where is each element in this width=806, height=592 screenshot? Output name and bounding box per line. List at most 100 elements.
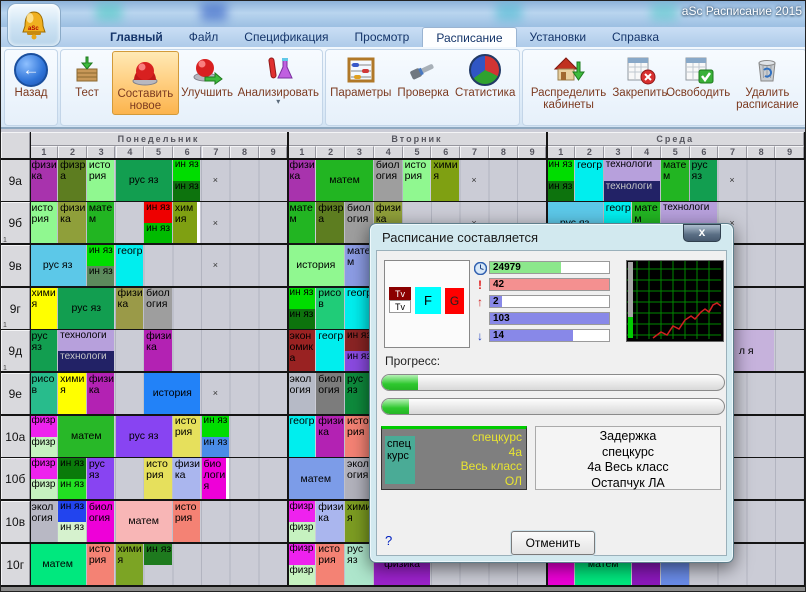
grid-cell[interactable]: история — [316, 543, 344, 586]
grid-cell[interactable]: геогр — [116, 245, 144, 288]
grid-cell[interactable]: матем — [116, 501, 172, 544]
grid-cell[interactable]: матем — [58, 415, 114, 458]
grid-cell[interactable]: ин язин яз — [288, 287, 316, 330]
grid-cell[interactable]: × — [202, 245, 230, 288]
grid-cell[interactable]: рус яз — [58, 287, 114, 330]
grid-subcell[interactable]: технологи — [604, 159, 660, 180]
help-link[interactable]: ? — [385, 533, 392, 548]
grid-subcell[interactable]: физр — [288, 501, 316, 522]
grid-subcell[interactable]: физр — [288, 565, 316, 586]
grid-cell[interactable]: технологитехнологи — [58, 330, 114, 373]
grid-cell[interactable]: физра — [58, 159, 86, 202]
grid-cell[interactable]: × — [202, 202, 230, 245]
grid-cell[interactable]: матем — [87, 202, 115, 245]
cancel-button[interactable]: Отменить — [511, 531, 595, 555]
grid-cell[interactable]: физрфизр — [30, 415, 58, 458]
grid-subcell[interactable]: ин яз — [547, 159, 575, 180]
grid-cell[interactable]: экономика — [288, 330, 316, 373]
grid-cell[interactable]: биология — [316, 373, 344, 416]
grid-cell[interactable]: матем — [288, 202, 316, 245]
grid-cell[interactable]: история — [87, 159, 115, 202]
close-icon[interactable]: x — [683, 224, 721, 242]
grid-cell[interactable]: матем — [316, 159, 373, 202]
grid-cell[interactable]: экология — [30, 501, 58, 544]
grid-cell[interactable]: история — [173, 415, 201, 458]
grid-subcell[interactable]: ин яз — [202, 437, 230, 458]
grid-cell[interactable]: ин язин яз — [547, 159, 575, 202]
grid-subcell[interactable]: технологи — [661, 202, 717, 223]
grid-cell[interactable]: физрфизр — [30, 458, 58, 501]
grid-cell[interactable]: физика — [87, 373, 115, 416]
grid-cell[interactable]: биология — [374, 159, 402, 202]
grid-cell[interactable]: матем — [30, 543, 86, 586]
grid-cell[interactable]: рисов — [316, 287, 344, 330]
grid-cell[interactable]: рус яз — [30, 330, 58, 373]
grid-subcell[interactable]: ин яз — [87, 266, 115, 287]
grid-cell[interactable]: × — [718, 159, 746, 202]
grid-cell[interactable]: ин язин яз — [144, 202, 172, 245]
grid-cell[interactable]: × — [202, 373, 230, 416]
grid-cell[interactable]: история — [30, 202, 58, 245]
grid-cell[interactable]: история — [288, 245, 345, 288]
grid-cell[interactable]: химия — [58, 373, 86, 416]
grid-subcell[interactable]: ин яз — [58, 522, 86, 543]
grid-subcell[interactable]: ин яз — [87, 245, 115, 266]
grid-cell[interactable]: химия — [116, 543, 144, 586]
grid-subcell[interactable]: ин яз — [58, 501, 86, 522]
grid-cell[interactable]: геогр — [316, 330, 344, 373]
grid-cell[interactable]: технологитехнологи — [604, 159, 660, 202]
grid-subcell[interactable]: технологи — [58, 351, 114, 372]
grid-cell[interactable]: химия — [431, 159, 459, 202]
grid-cell[interactable]: физика — [316, 415, 344, 458]
grid-cell[interactable]: × — [460, 159, 488, 202]
grid-cell[interactable]: ин яз — [144, 543, 172, 564]
grid-cell[interactable]: химия — [30, 287, 58, 330]
grid-cell[interactable]: биология — [202, 458, 230, 501]
grid-subcell[interactable]: технологи — [604, 181, 660, 202]
grid-cell[interactable]: ин язин яз — [173, 159, 201, 202]
grid-cell[interactable]: × — [202, 159, 230, 202]
grid-cell[interactable]: физика — [288, 159, 316, 202]
grid-subcell[interactable]: ин яз — [288, 309, 316, 330]
grid-subcell[interactable]: ин яз — [202, 415, 230, 436]
grid-cell[interactable]: ин язин яз — [202, 415, 230, 458]
grid-cell[interactable]: ин язин яз — [58, 501, 86, 544]
grid-cell[interactable]: физика — [173, 458, 201, 501]
grid-cell[interactable]: физика — [116, 287, 144, 330]
grid-subcell[interactable]: физр — [30, 458, 58, 479]
grid-subcell[interactable]: ин яз — [547, 181, 575, 202]
grid-subcell[interactable]: ин яз — [144, 223, 172, 244]
grid-cell[interactable]: физика — [316, 501, 344, 544]
grid-subcell[interactable]: физр — [288, 543, 316, 564]
grid-cell[interactable]: матем — [661, 159, 689, 202]
grid-cell[interactable]: рус яз — [87, 458, 115, 501]
grid-cell[interactable]: ин язин яз — [87, 245, 115, 288]
grid-subcell[interactable]: физр — [30, 415, 58, 436]
grid-cell[interactable]: биология — [144, 287, 172, 330]
grid-cell[interactable]: рус яз — [116, 159, 172, 202]
grid-subcell[interactable]: физр — [30, 437, 58, 458]
app-logo-bell-icon[interactable]: aSc — [7, 3, 61, 47]
grid-cell[interactable]: рус яз — [30, 245, 86, 288]
grid-subcell[interactable]: ин яз — [288, 287, 316, 308]
grid-subcell[interactable]: технологи — [58, 330, 114, 351]
grid-cell[interactable]: история — [87, 543, 115, 586]
grid-subcell[interactable]: ин яз — [173, 181, 201, 202]
grid-cell[interactable]: рус яз — [690, 159, 718, 202]
grid-cell[interactable]: история — [403, 159, 431, 202]
grid-subcell[interactable]: ин яз — [58, 458, 86, 479]
grid-cell[interactable]: история — [144, 373, 200, 416]
grid-cell[interactable]: экология — [288, 373, 316, 416]
grid-subcell[interactable]: физр — [288, 522, 316, 543]
grid-cell[interactable]: история — [144, 458, 172, 501]
grid-cell[interactable]: рисов — [30, 373, 58, 416]
grid-subcell[interactable]: ин яз — [144, 202, 172, 223]
grid-cell[interactable]: ин язин яз — [58, 458, 86, 501]
grid-subcell[interactable]: ин яз — [58, 479, 86, 500]
grid-cell[interactable]: физра — [316, 202, 344, 245]
grid-subcell[interactable]: ин яз — [173, 159, 201, 180]
grid-cell[interactable]: физика — [30, 159, 58, 202]
grid-cell[interactable]: физика — [58, 202, 86, 245]
grid-cell[interactable]: геогр — [575, 159, 603, 202]
grid-cell[interactable]: история — [173, 501, 201, 544]
